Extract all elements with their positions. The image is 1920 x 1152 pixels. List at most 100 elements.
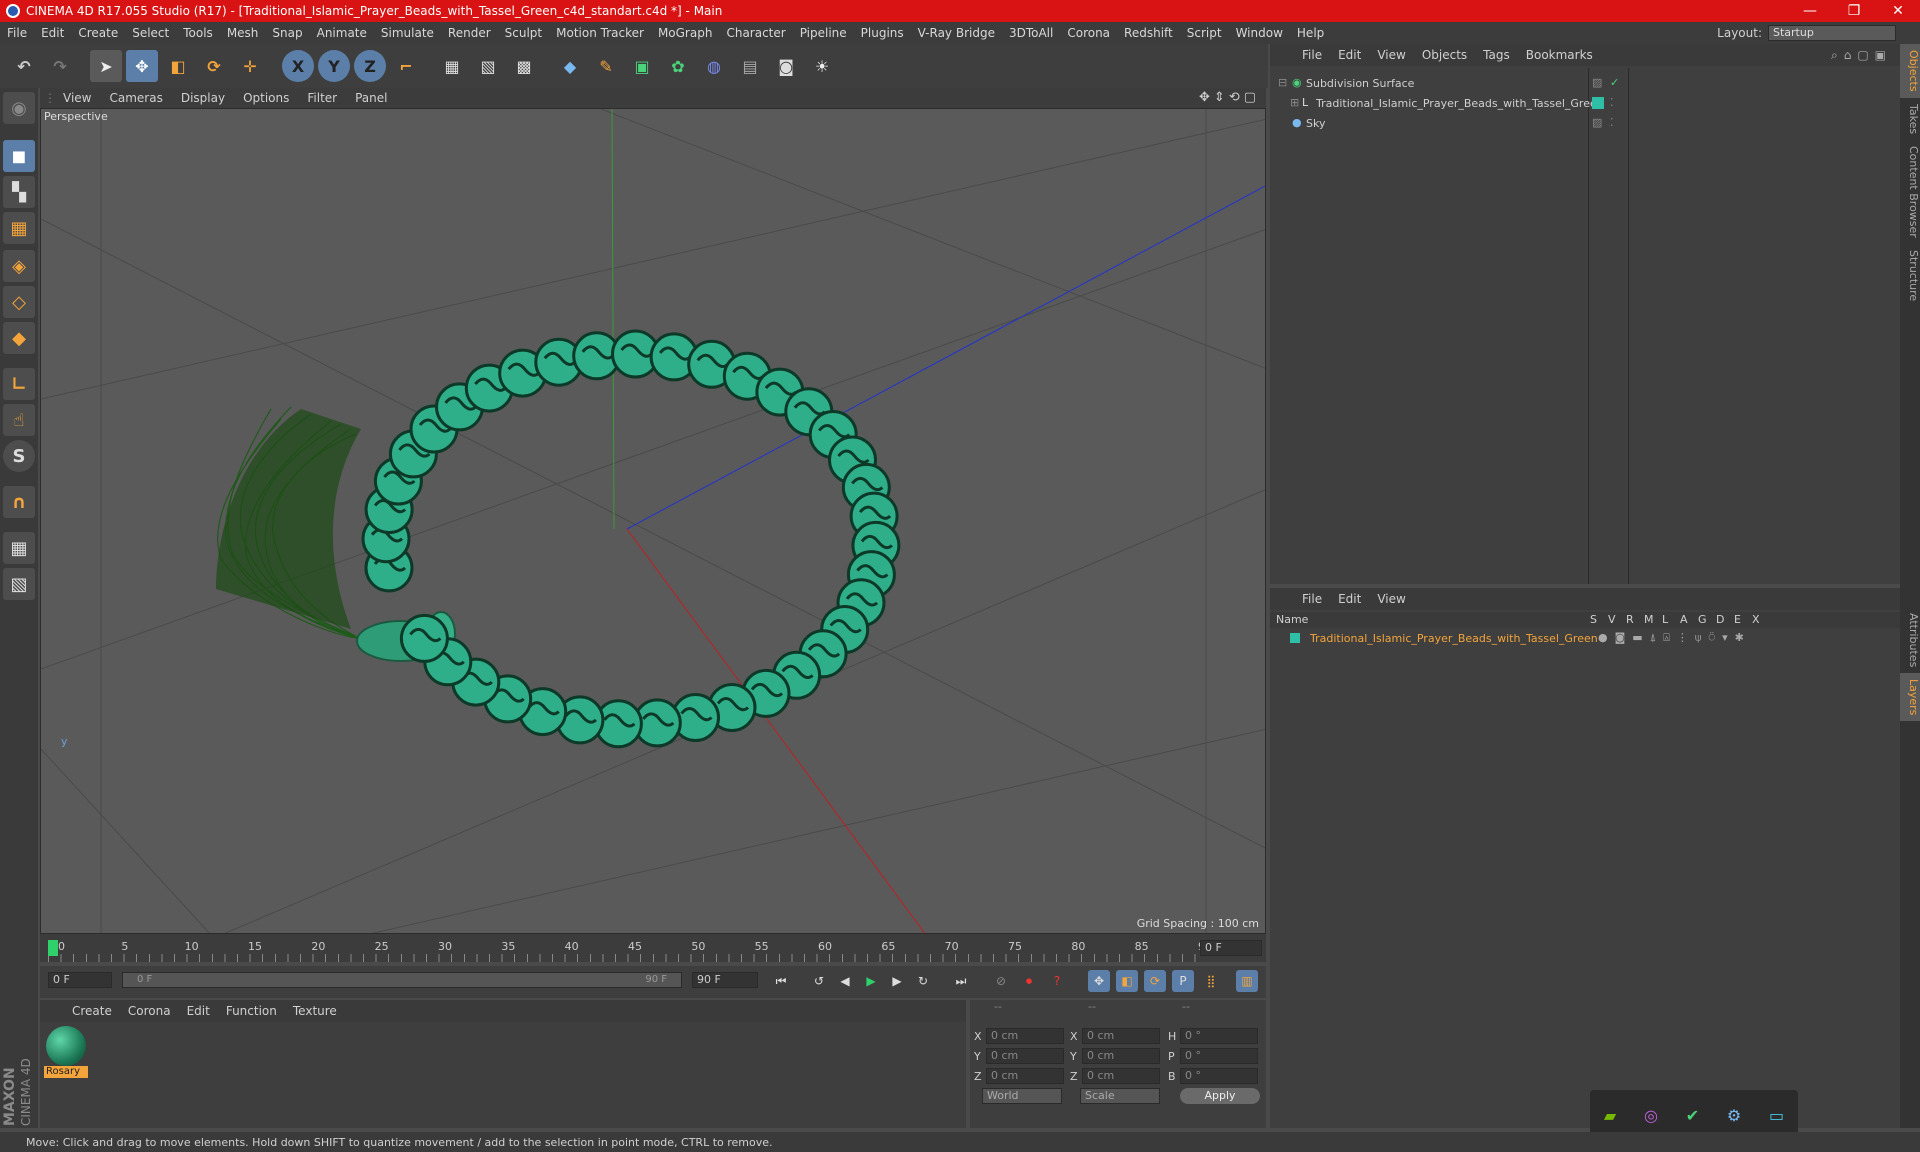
key-rotation-icon[interactable]: ⟳	[1144, 970, 1166, 992]
tweak-icon[interactable]: ☝	[3, 404, 35, 436]
object-menu-edit[interactable]: Edit	[1330, 48, 1369, 62]
subdivision-icon[interactable]: ▣	[626, 50, 658, 82]
current-frame-field[interactable]: 0 F	[1200, 940, 1262, 956]
display-icon[interactable]: ▭	[1769, 1106, 1784, 1125]
layer-menu-edit[interactable]: Edit	[1330, 592, 1369, 606]
key-position-icon[interactable]: ✥	[1088, 970, 1110, 992]
start-frame-field[interactable]: 0 F	[48, 972, 112, 988]
rotation-b-field[interactable]: 0 °	[1180, 1068, 1258, 1084]
position-y-field[interactable]: 0 cm	[986, 1048, 1064, 1064]
menu-file[interactable]: File	[0, 26, 34, 40]
viewport-menu-view[interactable]: View	[54, 91, 100, 105]
layer-menu-view[interactable]: View	[1369, 592, 1413, 606]
pen-spline-icon[interactable]: ✎	[590, 50, 622, 82]
tab-attributes[interactable]: Attributes	[1900, 607, 1920, 673]
recent-tool-icon[interactable]: ✛	[234, 50, 266, 82]
viewport-menu-filter[interactable]: Filter	[298, 91, 346, 105]
menu-motion-tracker[interactable]: Motion Tracker	[549, 26, 651, 40]
scale-tool-icon[interactable]: ◧	[162, 50, 194, 82]
edges-mode-icon[interactable]: ◇	[3, 286, 35, 318]
column-m[interactable]: M	[1644, 613, 1654, 626]
menu-plugins[interactable]: Plugins	[854, 26, 911, 40]
size-y-field[interactable]: 0 cm	[1082, 1048, 1160, 1064]
layer-menu-file[interactable]: File	[1294, 592, 1330, 606]
column-v[interactable]: V	[1608, 613, 1616, 626]
object-menu-view[interactable]: View	[1369, 48, 1413, 62]
undo-icon[interactable]: ↶	[8, 50, 40, 82]
menu-mograph[interactable]: MoGraph	[651, 26, 720, 40]
axis-mode-icon[interactable]: ∟	[3, 368, 35, 400]
nvidia-icon[interactable]: ▰	[1604, 1106, 1616, 1125]
frame-range-slider[interactable]: 0 F 90 F	[122, 972, 682, 988]
floor-icon[interactable]: ▤	[734, 50, 766, 82]
record-keys-icon[interactable]: ⊘	[990, 970, 1012, 992]
snap-icon[interactable]: S	[3, 440, 35, 472]
viewport-menu-panel[interactable]: Panel	[346, 91, 396, 105]
enabled-check-icon[interactable]: ✓	[1610, 76, 1619, 89]
object-search-icon[interactable]: ⌕⌂▢▣	[1831, 48, 1892, 63]
z-axis-icon[interactable]: Z	[354, 50, 386, 82]
workplane-icon[interactable]: ▦	[3, 212, 35, 244]
rotation-h-field[interactable]: 0 °	[1180, 1028, 1258, 1044]
column-x[interactable]: X	[1752, 613, 1760, 626]
timeline-icon[interactable]: ▥	[1236, 970, 1258, 992]
redo-icon[interactable]: ↷	[44, 50, 76, 82]
timeline-ruler[interactable]: 051015202530354045505560657075808590 0 F	[40, 934, 1266, 962]
select-tool-icon[interactable]: ➤	[90, 50, 122, 82]
shield-icon[interactable]: ✔	[1686, 1106, 1699, 1125]
next-key-icon[interactable]: ↻	[912, 970, 934, 992]
planar-workplane-icon[interactable]: ▧	[3, 568, 35, 600]
menu-render[interactable]: Render	[441, 26, 498, 40]
column-e[interactable]: E	[1734, 613, 1741, 626]
coord-space-dropdown[interactable]: World	[982, 1088, 1062, 1104]
go-to-end-icon[interactable]: ⏭	[950, 970, 972, 992]
tab-layers[interactable]: Layers	[1900, 673, 1920, 722]
position-x-field[interactable]: 0 cm	[986, 1028, 1064, 1044]
object-menu-bookmarks[interactable]: Bookmarks	[1518, 48, 1601, 62]
viewport-menu-display[interactable]: Display	[172, 91, 234, 105]
tab-structure[interactable]: Structure	[1900, 244, 1920, 307]
menu-animate[interactable]: Animate	[310, 26, 374, 40]
keyframe-selection-icon[interactable]: ?	[1046, 970, 1068, 992]
cloner-icon[interactable]: ✿	[662, 50, 694, 82]
prev-key-icon[interactable]: ↺	[808, 970, 830, 992]
column-d[interactable]: D	[1716, 613, 1724, 626]
material-menu-corona[interactable]: Corona	[120, 1004, 179, 1018]
layer-name[interactable]: Traditional_Islamic_Prayer_Beads_with_Ta…	[1310, 632, 1598, 645]
playhead[interactable]	[48, 940, 58, 956]
menu-3dtoall[interactable]: 3DToAll	[1002, 26, 1060, 40]
render-settings-icon[interactable]: ▩	[508, 50, 540, 82]
object-menu-file[interactable]: File	[1294, 48, 1330, 62]
app-tray-icon[interactable]: ◎	[1644, 1106, 1658, 1125]
material-menu-create[interactable]: Create	[64, 1004, 120, 1018]
material-menu-function[interactable]: Function	[218, 1004, 285, 1018]
object-name[interactable]: Subdivision Surface	[1306, 77, 1414, 90]
model-mode-icon[interactable]: ◼	[3, 140, 35, 172]
tab-content-browser[interactable]: Content Browser	[1900, 140, 1920, 244]
end-frame-field[interactable]: 90 F	[692, 972, 758, 988]
visibility-dots-icon[interactable]: ⁚	[1610, 96, 1614, 109]
visibility-dots-icon[interactable]: ⁚	[1610, 116, 1614, 129]
close-button[interactable]: ✕	[1876, 0, 1920, 22]
coordinate-system-icon[interactable]: ⌐	[390, 50, 422, 82]
next-frame-icon[interactable]: ▶	[886, 970, 908, 992]
menu-pipeline[interactable]: Pipeline	[793, 26, 854, 40]
menu-edit[interactable]: Edit	[34, 26, 71, 40]
magnet-icon[interactable]: ∩	[3, 486, 35, 518]
viewport-nav-icons[interactable]: ✥⇕⟲▢	[1199, 90, 1260, 105]
material-menu-texture[interactable]: Texture	[285, 1004, 345, 1018]
polygons-mode-icon[interactable]: ◆	[3, 322, 35, 354]
menu-mesh[interactable]: Mesh	[220, 26, 266, 40]
column-r[interactable]: R	[1626, 613, 1634, 626]
object-name[interactable]: Sky	[1306, 117, 1325, 130]
material-swatch[interactable]: Rosary	[44, 1026, 88, 1080]
menu-tools[interactable]: Tools	[176, 26, 220, 40]
tab-takes[interactable]: Takes	[1900, 98, 1920, 140]
material-menu-edit[interactable]: Edit	[179, 1004, 218, 1018]
size-z-field[interactable]: 0 cm	[1082, 1068, 1160, 1084]
viewport-menu-options[interactable]: Options	[234, 91, 298, 105]
object-row[interactable]: ● Sky ▨ ⁚	[1270, 114, 1900, 134]
maximize-button[interactable]: ❐	[1832, 0, 1876, 22]
key-param-icon[interactable]: P	[1172, 970, 1194, 992]
menu-select[interactable]: Select	[125, 26, 176, 40]
